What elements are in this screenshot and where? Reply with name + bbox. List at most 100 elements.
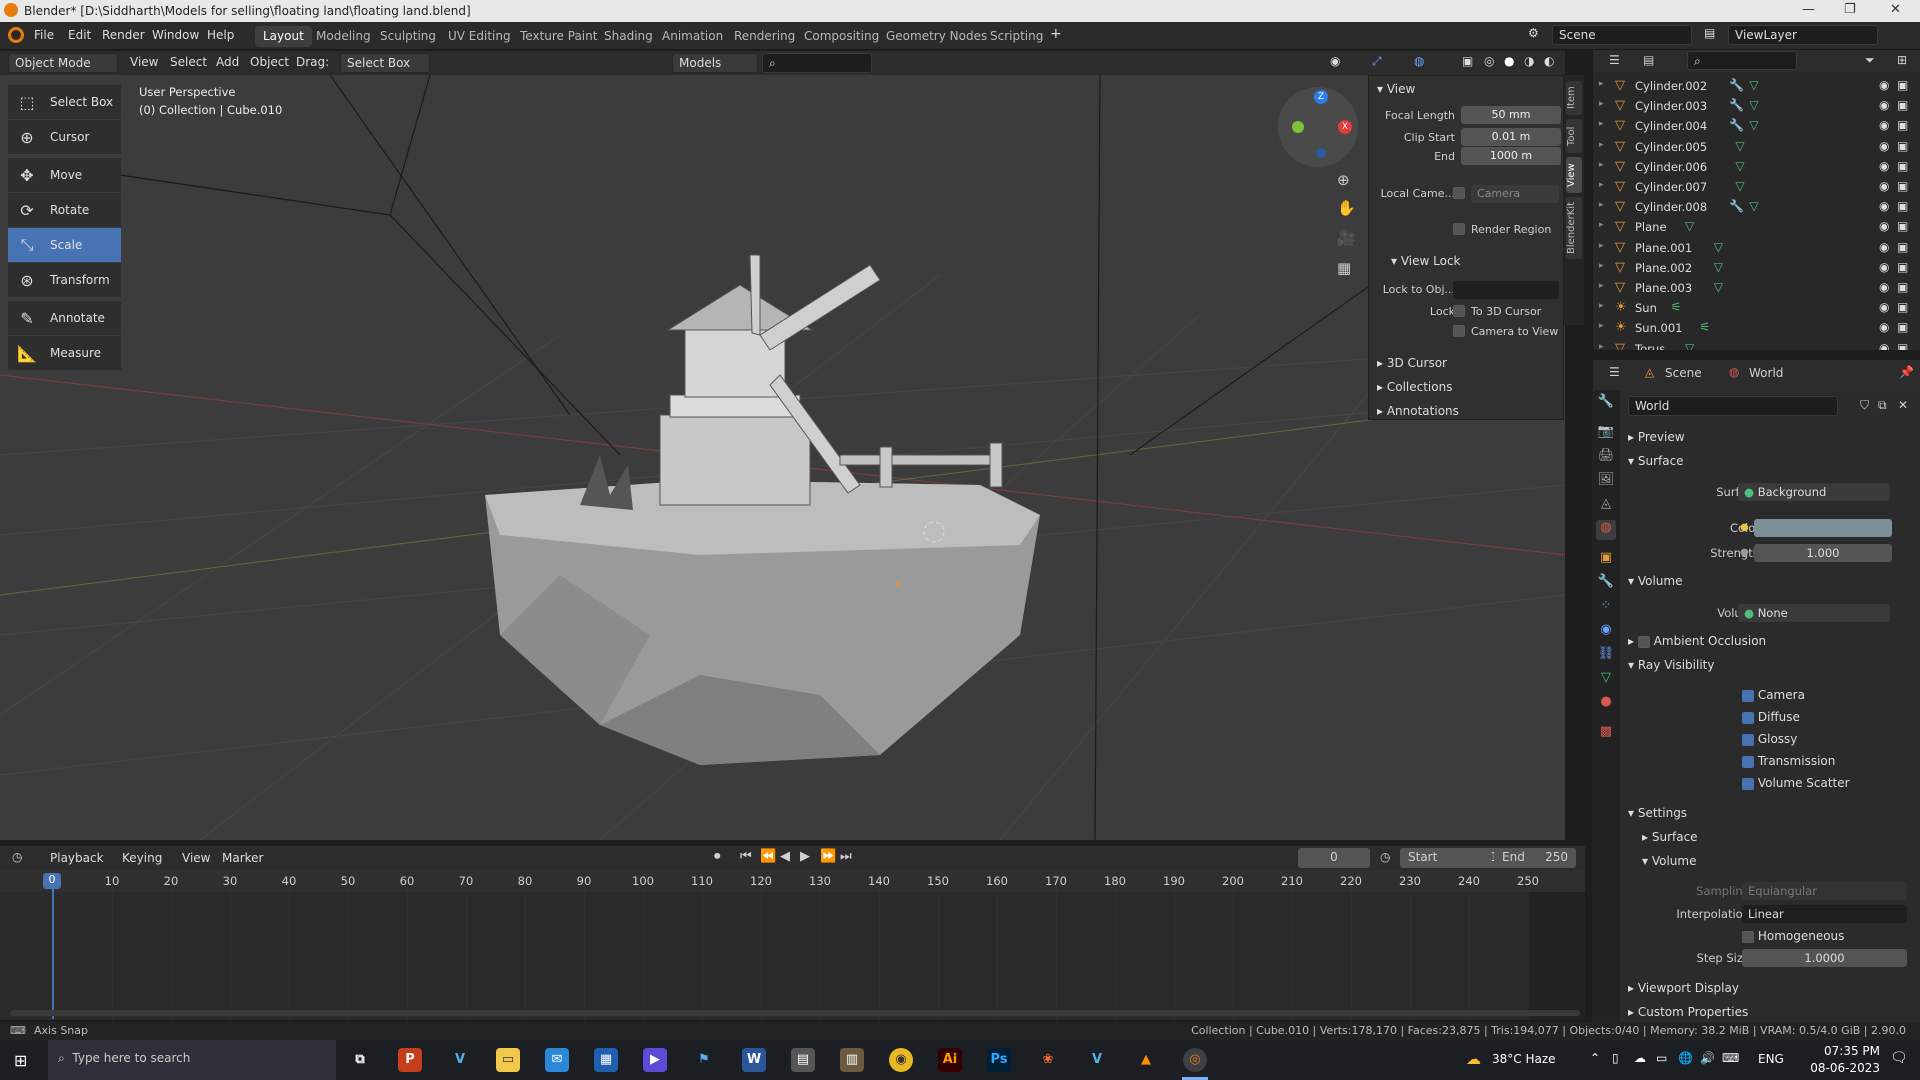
render-camera-icon[interactable]: ▣ bbox=[1897, 240, 1908, 254]
timeline-menu-keying[interactable]: Keying bbox=[122, 851, 162, 865]
y-axis-icon[interactable] bbox=[1292, 121, 1304, 133]
expand-arrow-icon[interactable]: ▸ bbox=[1599, 160, 1604, 170]
mesh-data-icon[interactable]: ▽ bbox=[1685, 219, 1694, 233]
neg-z-axis-icon[interactable] bbox=[1316, 148, 1326, 158]
mesh-data-icon[interactable]: ▽ bbox=[1749, 118, 1758, 132]
ray-volume-scatter-checkbox[interactable]: Volume Scatter bbox=[1742, 776, 1850, 790]
vlc-icon[interactable]: ▲ bbox=[1134, 1048, 1158, 1072]
ray-camera-checkbox[interactable]: Camera bbox=[1742, 688, 1805, 702]
outliner-row[interactable]: ▸ ▽ Plane.001 ▽ ◉ ▣ bbox=[1593, 238, 1920, 258]
tab-tool[interactable]: Tool bbox=[1566, 119, 1582, 153]
render-camera-icon[interactable]: ▣ bbox=[1897, 98, 1908, 112]
view-layer-icon[interactable]: ▤ bbox=[1704, 26, 1715, 40]
view-layer-selector[interactable]: ViewLayer bbox=[1728, 25, 1878, 45]
surface-shader-field[interactable]: ● Background bbox=[1738, 483, 1890, 501]
visibility-eye-icon[interactable]: ◉ bbox=[1879, 78, 1889, 92]
minimize-icon[interactable]: — bbox=[1802, 2, 1815, 17]
outliner-row[interactable]: ▸ ▽ Cylinder.004 🔧 ▽ ◉ ▣ bbox=[1593, 116, 1920, 136]
focal-length-field[interactable]: 50 mm bbox=[1461, 106, 1561, 124]
x-axis-icon[interactable]: X bbox=[1338, 120, 1352, 134]
view-lock-header[interactable]: ▾ View Lock bbox=[1391, 254, 1461, 268]
visibility-eye-icon[interactable]: ◉ bbox=[1879, 320, 1889, 334]
timeline-editor-type-icon[interactable]: ◷ bbox=[12, 850, 22, 864]
particles-properties-tab[interactable]: ⁘ bbox=[1596, 598, 1616, 618]
material-shading-icon[interactable]: ◑ bbox=[1524, 54, 1534, 68]
settings-section[interactable]: ▾ Settings bbox=[1628, 806, 1687, 820]
render-camera-icon[interactable]: ▣ bbox=[1897, 320, 1908, 334]
render-camera-icon[interactable]: ▣ bbox=[1897, 78, 1908, 92]
render-camera-icon[interactable]: ▣ bbox=[1897, 199, 1908, 213]
battery-icon[interactable]: ▭ bbox=[1656, 1051, 1667, 1065]
workspace-tab-rendering[interactable]: Rendering bbox=[726, 26, 803, 47]
start-frame-field[interactable]: Start1 bbox=[1400, 848, 1506, 868]
timeline-menu-playback[interactable]: Playback bbox=[50, 851, 104, 865]
volume-shader-field[interactable]: ● None bbox=[1738, 604, 1890, 622]
language-indicator[interactable]: ENG bbox=[1758, 1052, 1784, 1066]
new-world-icon[interactable]: ⧉ bbox=[1878, 398, 1887, 413]
viewport-search-field[interactable]: ⌕ bbox=[762, 53, 872, 73]
editor-type-icon[interactable]: ☰ bbox=[1609, 53, 1620, 67]
outliner-row[interactable]: ▸ ▽ Torus ▽ ◉ ▣ bbox=[1593, 339, 1920, 350]
material-properties-tab[interactable]: ● bbox=[1596, 694, 1616, 714]
render-camera-icon[interactable]: ▣ bbox=[1897, 118, 1908, 132]
expand-arrow-icon[interactable]: ▸ bbox=[1599, 180, 1604, 190]
workspace-tab-layout[interactable]: Layout bbox=[255, 26, 312, 47]
notification-icon[interactable]: 🗨 bbox=[1890, 1050, 1908, 1066]
scene-icon[interactable]: ⚙ bbox=[1528, 26, 1539, 40]
viewport-display-section[interactable]: ▸ Viewport Display bbox=[1628, 981, 1739, 995]
scene-properties-tab[interactable]: ◬ bbox=[1596, 496, 1616, 516]
tool-measure[interactable]: 📐 Measure bbox=[8, 336, 121, 370]
jump-end-icon[interactable]: ⏭ bbox=[840, 849, 852, 864]
outliner-row[interactable]: ▸ ▽ Cylinder.002 🔧 ▽ ◉ ▣ bbox=[1593, 76, 1920, 96]
powerpoint-icon[interactable]: P bbox=[398, 1048, 422, 1072]
illustrator-icon[interactable]: Ai bbox=[938, 1048, 962, 1072]
z-axis-icon[interactable]: Z bbox=[1314, 90, 1328, 104]
expand-arrow-icon[interactable]: ▸ bbox=[1599, 200, 1604, 210]
record-icon[interactable]: ⏺ bbox=[714, 849, 721, 864]
visibility-eye-icon[interactable]: ◉ bbox=[1879, 139, 1889, 153]
modifier-icon[interactable]: 🔧 bbox=[1729, 199, 1744, 213]
onedrive-icon[interactable]: ☁ bbox=[1634, 1051, 1646, 1065]
expand-arrow-icon[interactable]: ▸ bbox=[1599, 261, 1604, 271]
tool-rotate[interactable]: ⟳ Rotate bbox=[8, 193, 121, 227]
timeline-menu-marker[interactable]: Marker bbox=[222, 851, 263, 865]
clock-date[interactable]: 08-06-2023 bbox=[1804, 1061, 1880, 1075]
mesh-data-icon[interactable]: ▽ bbox=[1749, 199, 1758, 213]
modifier-properties-tab[interactable]: 🔧 bbox=[1596, 574, 1616, 594]
navigation-gizmo[interactable]: Z X bbox=[1278, 87, 1358, 167]
workspace-tab-uv-editing[interactable]: UV Editing bbox=[440, 26, 519, 47]
timeline[interactable] bbox=[0, 870, 1585, 1020]
expand-arrow-icon[interactable]: ▸ bbox=[1599, 342, 1604, 350]
outliner-search-field[interactable]: ⌕ bbox=[1687, 51, 1797, 70]
overlay-icon[interactable]: ◍ bbox=[1414, 54, 1424, 68]
render-camera-icon[interactable]: ▣ bbox=[1897, 300, 1908, 314]
expand-arrow-icon[interactable]: ▸ bbox=[1599, 99, 1604, 109]
tab-blenderkit[interactable]: BlenderKit bbox=[1566, 197, 1582, 259]
3d-cursor-section[interactable]: ▸ 3D Cursor bbox=[1377, 356, 1447, 370]
constraints-properties-tab[interactable]: ⛓ bbox=[1596, 646, 1616, 666]
windows-start-icon[interactable]: ⊞ bbox=[14, 1051, 27, 1070]
expand-arrow-icon[interactable]: ▸ bbox=[1599, 79, 1604, 89]
taskbar-search-box[interactable]: ⌕ Type here to search bbox=[48, 1040, 336, 1080]
solid-shading-icon[interactable]: ● bbox=[1504, 54, 1514, 68]
workspace-tab-animation[interactable]: Animation bbox=[654, 26, 731, 47]
restore-icon[interactable]: ❐ bbox=[1844, 2, 1856, 17]
display-mode-icon[interactable]: ▤ bbox=[1643, 53, 1654, 67]
store-icon[interactable]: ▦ bbox=[594, 1048, 618, 1072]
menu-window[interactable]: Window bbox=[152, 28, 199, 42]
play-reverse-icon[interactable]: ◀ bbox=[780, 849, 790, 864]
view-layer-properties-tab[interactable]: 🖼 bbox=[1596, 472, 1616, 492]
render-properties-tab[interactable]: 📷 bbox=[1596, 424, 1616, 444]
play-icon[interactable]: ▶ bbox=[800, 849, 810, 864]
viewport-menu-add[interactable]: Add bbox=[216, 55, 239, 69]
mesh-data-icon[interactable]: ▽ bbox=[1685, 341, 1694, 350]
viewport-menu-view[interactable]: View bbox=[130, 55, 158, 69]
render-camera-icon[interactable]: ▣ bbox=[1897, 219, 1908, 233]
clock-time[interactable]: 07:35 PM bbox=[1810, 1044, 1880, 1058]
mesh-data-icon[interactable]: ▽ bbox=[1735, 179, 1744, 193]
physics-properties-tab[interactable]: ◉ bbox=[1596, 622, 1616, 642]
expand-arrow-icon[interactable]: ▸ bbox=[1599, 281, 1604, 291]
network-icon[interactable]: 🌐 bbox=[1678, 1051, 1693, 1065]
viewport-3d[interactable]: User Perspective (0) Collection | Cube.0… bbox=[0, 75, 1565, 840]
next-keyframe-icon[interactable]: ⏩ bbox=[820, 849, 836, 864]
